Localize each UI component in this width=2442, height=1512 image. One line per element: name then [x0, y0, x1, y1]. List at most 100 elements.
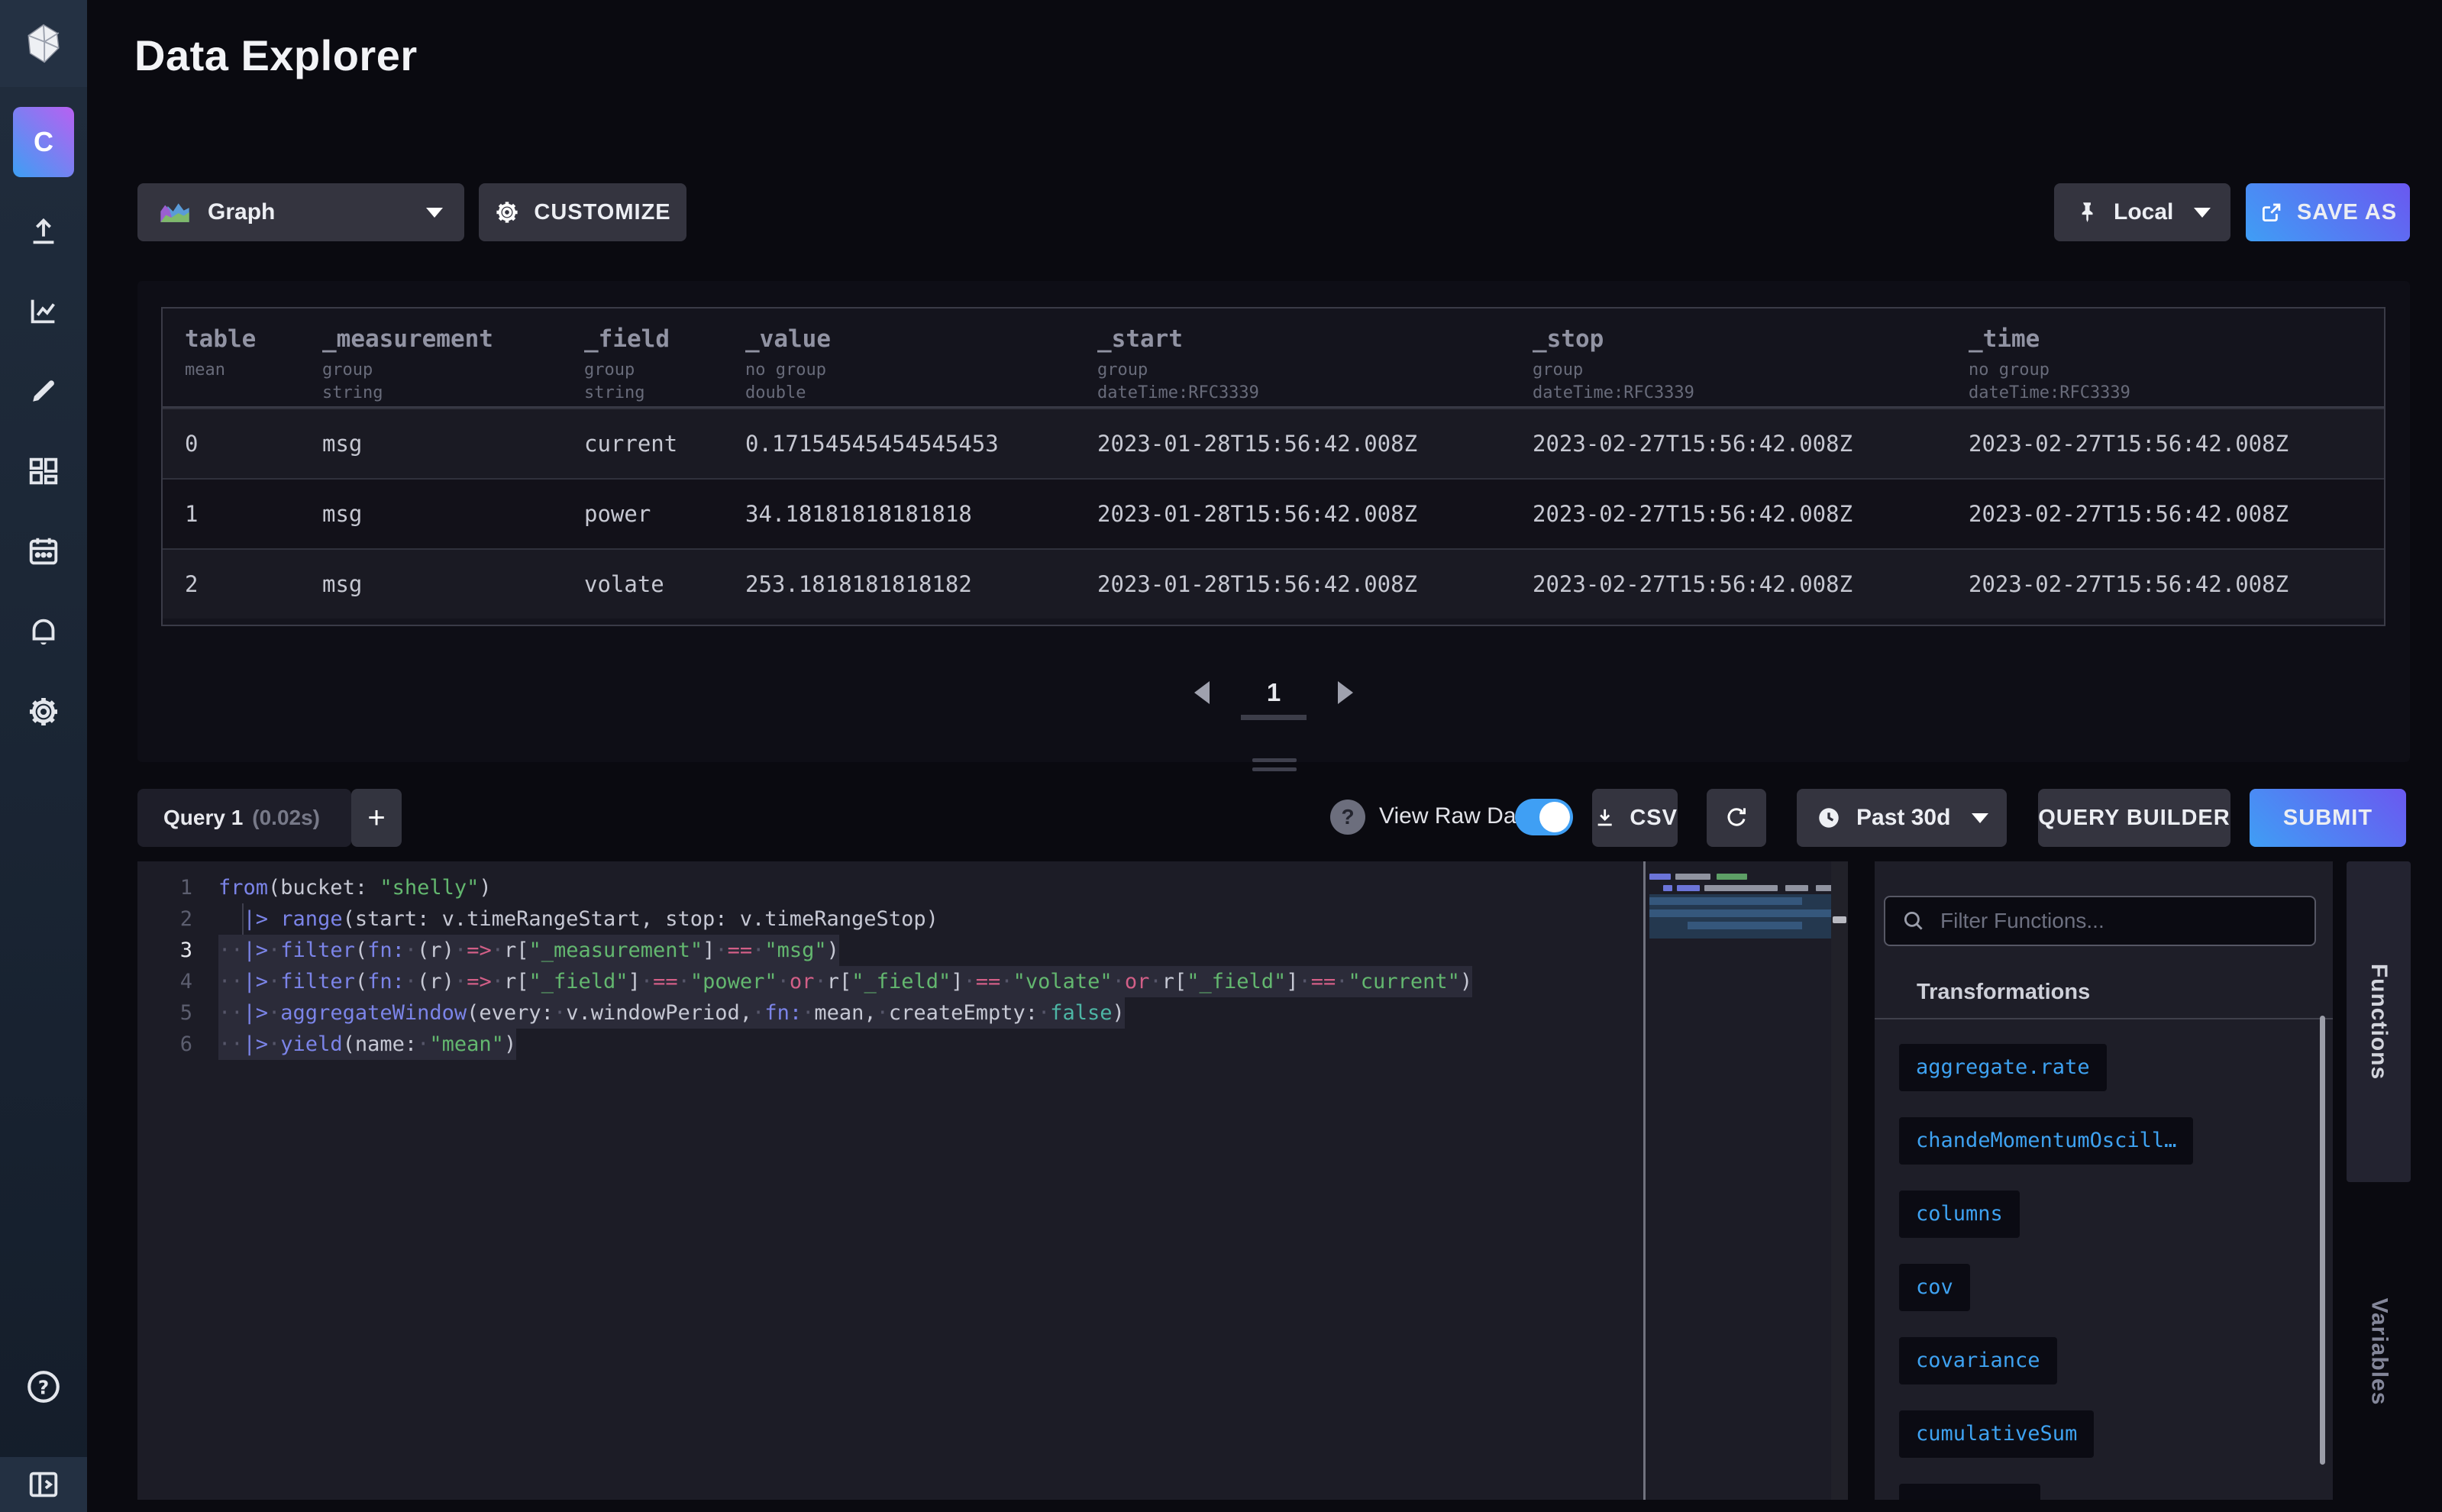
sidebar-item-alerts[interactable] [0, 595, 87, 668]
area-chart-icon [159, 199, 191, 226]
table-row[interactable]: 1msgpower34.181818181818182023-01-28T15:… [163, 478, 2384, 548]
sidebar-item-data-explorer[interactable] [0, 274, 87, 347]
add-query-button[interactable]: + [351, 789, 402, 847]
code-text: from(bucket: "shelly") [218, 872, 492, 903]
table-row[interactable]: 2msgvolate253.18181818181822023-01-28T15… [163, 548, 2384, 619]
function-item[interactable]: columns [1899, 1191, 2020, 1238]
influxdb-logo[interactable] [0, 0, 87, 87]
tasks-icon [26, 534, 61, 569]
sidebar-item-settings[interactable] [0, 675, 87, 748]
function-item[interactable] [1899, 1484, 2040, 1500]
external-link-icon [2259, 199, 2285, 225]
avatar[interactable]: C [13, 107, 74, 177]
code-line[interactable]: 6··|>·yield(name:·"mean") [137, 1029, 1848, 1060]
table-cell: 2023-02-27T15:56:42.008Z [1969, 501, 2384, 527]
svg-text:?: ? [38, 1376, 50, 1398]
function-item[interactable]: cov [1899, 1264, 1970, 1311]
line-number: 4 [137, 966, 192, 997]
customize-label: CUSTOMIZE [534, 200, 670, 225]
query-builder-label: QUERY BUILDER [2038, 806, 2230, 831]
tab-functions[interactable]: Functions [2347, 861, 2411, 1182]
data-explorer-screen: C ? Data Explorer Graph [0, 0, 2442, 1512]
table-cell: power [584, 501, 745, 527]
query-tab-time: (0.02s) [252, 806, 320, 830]
section-divider [1875, 1018, 2333, 1019]
results-panel: tablemean_measurementgroup string_fieldg… [137, 281, 2410, 762]
minimap-selection [1649, 894, 1831, 939]
column-header-_value: _valueno group double [745, 325, 1097, 406]
prev-page-icon[interactable] [1192, 681, 1212, 704]
function-item[interactable]: chandeMomentumOscill… [1899, 1117, 2193, 1165]
sidebar-item-notebooks[interactable] [0, 354, 87, 428]
sidebar-item-load-data[interactable] [0, 194, 87, 267]
save-as-button[interactable]: SAVE AS [2246, 183, 2410, 241]
table-cell: 2023-02-27T15:56:42.008Z [1969, 431, 2384, 457]
refresh-icon [1723, 804, 1750, 832]
search-icon [1901, 908, 1927, 934]
chevron-down-icon [2194, 208, 2211, 218]
filter-functions-searchbox[interactable] [1884, 896, 2316, 946]
refresh-button[interactable] [1707, 789, 1766, 847]
query-tab-label: Query 1 [163, 806, 243, 830]
sidebar-item-tasks[interactable] [0, 515, 87, 588]
code-line[interactable]: 2 |> range(start: v.timeRangeStart, stop… [137, 903, 1848, 935]
query-tab[interactable]: Query 1 (0.02s) [137, 789, 351, 847]
line-number: 3 [137, 935, 192, 966]
function-item[interactable]: aggregate.rate [1899, 1044, 2107, 1091]
code-line[interactable]: 3··|>·filter(fn:·(r)·=>·r["_measurement"… [137, 935, 1848, 966]
table-cell: 2023-02-27T15:56:42.008Z [1533, 431, 1969, 457]
help-icon: ? [24, 1368, 63, 1406]
table-cell: current [584, 431, 745, 457]
download-icon [1592, 805, 1617, 831]
next-page-icon[interactable] [1336, 681, 1355, 704]
functions-list: aggregate.rate chandeMomentumOscill… colum… [1899, 1044, 2193, 1500]
pagination: 1 [137, 678, 2410, 707]
view-raw-data-toggle[interactable] [1515, 799, 1573, 835]
functions-scrollbar[interactable] [2320, 1016, 2325, 1465]
column-header-_start: _startgroup dateTime:RFC3339 [1097, 325, 1533, 406]
editor-divider[interactable] [1643, 861, 1646, 1500]
editor-minimap[interactable] [1649, 861, 1831, 1500]
table-row[interactable]: 0msgcurrent0.171545454545454532023-01-28… [163, 408, 2384, 478]
csv-label: CSV [1630, 806, 1678, 831]
time-range-dropdown[interactable]: Past 30d [1797, 789, 2007, 847]
code-line[interactable]: 5··|>·aggregateWindow(every:·v.windowPer… [137, 997, 1848, 1029]
flux-editor[interactable]: 1from(bucket: "shelly")2 |> range(start:… [137, 861, 1848, 1500]
table-cell: 2023-01-28T15:56:42.008Z [1097, 571, 1533, 597]
local-dropdown[interactable]: Local [2054, 183, 2230, 241]
customize-button[interactable]: CUSTOMIZE [479, 183, 686, 241]
pin-icon [2074, 199, 2100, 225]
function-item[interactable]: covariance [1899, 1337, 2057, 1384]
search-input[interactable] [1940, 909, 2299, 933]
code-text: |> range(start: v.timeRangeStart, stop: … [218, 903, 938, 935]
csv-download-button[interactable]: CSV [1592, 789, 1678, 847]
query-builder-button[interactable]: QUERY BUILDER [2038, 789, 2230, 847]
notebook-icon [26, 373, 61, 409]
table-cell: 2023-02-27T15:56:42.008Z [1533, 571, 1969, 597]
function-item[interactable]: cumulativeSum [1899, 1410, 2094, 1458]
editor-scrollbar[interactable] [1831, 861, 1848, 1500]
sidebar-item-dashboards[interactable] [0, 435, 87, 508]
table-cell: volate [584, 571, 745, 597]
column-header-_measurement: _measurementgroup string [322, 325, 584, 406]
column-header-_time: _timeno group dateTime:RFC3339 [1969, 325, 2384, 406]
resize-handle[interactable] [1252, 758, 1297, 777]
submit-button[interactable]: SUBMIT [2250, 789, 2406, 847]
table-cell: 2023-02-27T15:56:42.008Z [1533, 501, 1969, 527]
raw-data-table: tablemean_measurementgroup string_fieldg… [161, 307, 2385, 626]
tab-variables[interactable]: Variables [2347, 1252, 2411, 1451]
table-cell: 34.18181818181818 [745, 501, 1097, 527]
help-button[interactable]: ? [0, 1350, 87, 1423]
code-line[interactable]: 4 ··|>·filter(fn:·(r)·=>·r["_field"]·==·"… [137, 966, 1848, 997]
table-cell: 0 [185, 431, 322, 457]
functions-panel: Transformations aggregate.rate chandeMome… [1875, 861, 2333, 1500]
sidebar-expand-button[interactable] [0, 1457, 87, 1512]
graph-type-dropdown[interactable]: Graph [137, 183, 464, 241]
raw-data-help-icon[interactable]: ? [1330, 800, 1365, 835]
code-line[interactable]: 1from(bucket: "shelly") [137, 872, 1848, 903]
chevron-down-icon [426, 208, 443, 218]
code-text: ··|>·filter(fn:·(r)·=>·r["_field"]·==·"p… [218, 966, 1472, 997]
transformations-header: Transformations [1917, 980, 2090, 1005]
table-cell: 2023-02-27T15:56:42.008Z [1969, 571, 2384, 597]
variables-tab-label: Variables [2366, 1298, 2392, 1406]
